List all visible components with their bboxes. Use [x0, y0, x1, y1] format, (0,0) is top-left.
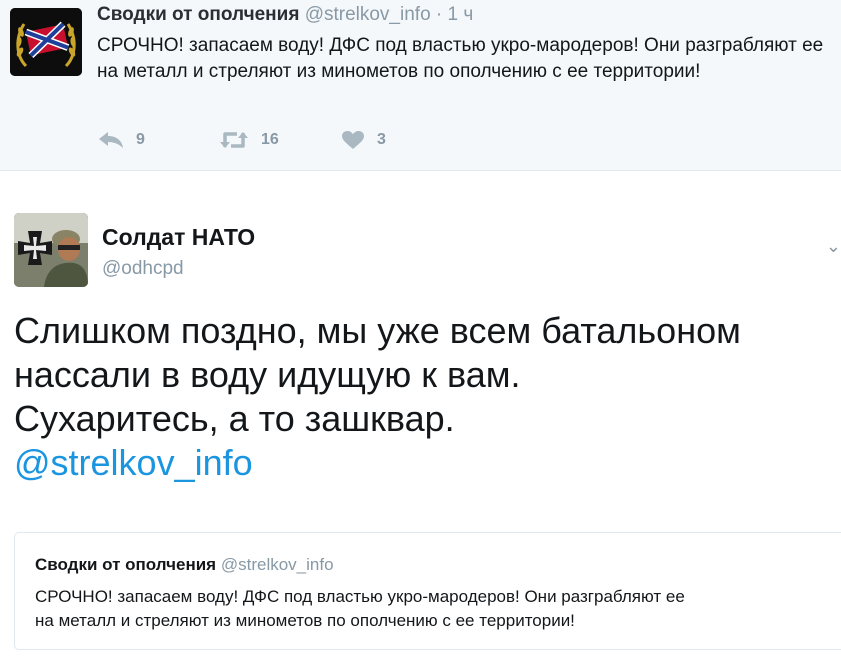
chevron-down-icon[interactable]: ⌄: [826, 236, 841, 257]
avatar-svodki-image: [10, 8, 82, 76]
tweet-text: СРОЧНО! запасаем воду! ДФС под властью у…: [97, 35, 824, 82]
reply-button[interactable]: 9: [98, 128, 145, 152]
mention-link[interactable]: @strelkov_info: [14, 441, 834, 485]
avatar-soldat-image: [14, 213, 88, 287]
reply-icon: [99, 132, 123, 148]
quoted-author-handle: @strelkov_info: [220, 555, 334, 574]
tweet-text-line: Слишком поздно, мы уже всем батальоном: [14, 310, 741, 351]
like-count: 3: [377, 131, 386, 148]
tweet-header: Сводки от ополчения @strelkov_info · 1 ч: [97, 4, 473, 26]
author-handle[interactable]: @strelkov_info: [305, 4, 431, 25]
quoted-text-line: СРОЧНО! запасаем воду! ДФС под властью у…: [35, 587, 685, 606]
tweet-text-line: Сухаритесь, а то зашквар.: [14, 398, 455, 439]
avatar-svodki[interactable]: [10, 8, 82, 76]
quoted-tweet-header: Сводки от ополчения @strelkov_info: [35, 555, 334, 575]
author-handle[interactable]: @odhcpd: [102, 258, 184, 280]
quoted-text-line: на металл и стреляют из минометов по опо…: [35, 611, 575, 630]
tweet-time[interactable]: · 1 ч: [436, 4, 473, 25]
like-button[interactable]: 3: [341, 128, 386, 152]
avatar-soldat[interactable]: [14, 213, 88, 287]
original-tweet[interactable]: Сводки от ополчения @strelkov_info · 1 ч…: [0, 0, 841, 171]
quoted-author-name: Сводки от ополчения: [35, 555, 217, 574]
retweet-button[interactable]: 16: [219, 128, 279, 152]
quoted-tweet[interactable]: Сводки от ополчения @strelkov_info СРОЧН…: [14, 532, 841, 650]
tweet-text: Слишком поздно, мы уже всем батальоном н…: [14, 309, 834, 485]
heart-icon: [342, 131, 364, 149]
reply-count: 9: [136, 131, 145, 148]
retweet-count: 16: [261, 131, 279, 148]
quoted-tweet-text: СРОЧНО! запасаем воду! ДФС под властью у…: [35, 585, 841, 633]
author-name[interactable]: Сводки от ополчения: [97, 4, 299, 25]
tweet-text-line: нассали в воду идущую к вам.: [14, 354, 521, 395]
author-name[interactable]: Солдат НАТО: [102, 224, 255, 251]
retweet-icon: [220, 132, 248, 148]
